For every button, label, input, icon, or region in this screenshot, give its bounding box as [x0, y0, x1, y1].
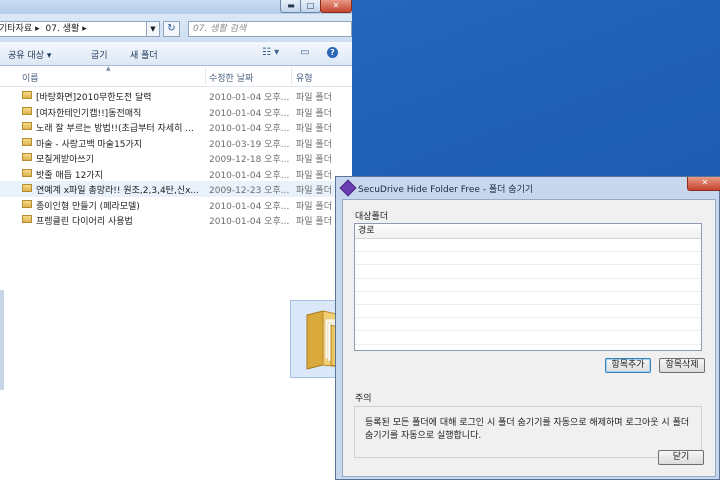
column-type[interactable]: 유형 — [296, 71, 313, 84]
column-divider[interactable] — [291, 68, 292, 84]
folder-icon — [22, 106, 32, 115]
new-folder-button[interactable]: 새 폴더 — [130, 48, 158, 61]
folder-icon — [22, 91, 32, 99]
list-item — [355, 318, 701, 332]
dialog-close-button[interactable]: ✕ — [687, 177, 720, 191]
file-name: 종이인형 만들기 (페라모델) — [36, 201, 140, 212]
help-icon[interactable]: ? — [327, 47, 338, 58]
maximize-button[interactable]: □ — [300, 0, 321, 13]
scrollbar[interactable] — [0, 290, 4, 390]
folder-icon — [22, 153, 32, 161]
file-name: 모칠게받아쓰기 — [36, 155, 94, 165]
close-button[interactable]: ✕ — [320, 0, 352, 13]
command-bar: 공유 대상 ▾ 굽기 새 폴더 ☷ ▾ ▭ ? — [0, 42, 352, 66]
notice-label: 주의 — [355, 394, 372, 404]
sort-ascending-icon: ▲ — [106, 65, 111, 72]
folder-icon — [22, 137, 32, 146]
file-name: [바탕화면]2010무한도전 달력 — [36, 93, 152, 103]
view-options-icon[interactable]: ☷ ▾ — [262, 47, 279, 58]
list-item — [355, 265, 701, 279]
add-item-button[interactable]: 항목추가 — [605, 358, 651, 373]
close-dialog-button[interactable]: 닫기 — [658, 450, 704, 465]
breadcrumb-item[interactable]: 기타자료 — [0, 24, 32, 34]
file-date: 2010-01-04 오후... — [209, 108, 289, 119]
file-row[interactable]: [바탕화면]2010무한도전 달력 2010-01-04 오후... 파일 폴더 — [0, 88, 352, 104]
folder-icon — [22, 184, 32, 192]
list-item — [355, 252, 701, 266]
list-column-path[interactable]: 경로 — [355, 224, 701, 239]
chevron-right-icon[interactable]: ▸ — [82, 24, 87, 34]
file-type: 파일 폴더 — [296, 93, 332, 103]
file-type: 파일 폴더 — [296, 170, 332, 181]
file-row[interactable]: 모칠게받아쓰기 2009-12-18 오후... 파일 폴더 — [0, 150, 352, 166]
file-name: 연예계 x파일 총망라!! 원조,2,3,4탄,신x... — [36, 186, 200, 196]
file-name: [여자한테인기캡!!]동전매직 — [36, 108, 142, 119]
target-folder-label: 대상폴더 — [355, 212, 389, 222]
dialog-titlebar[interactable]: SecuDrive Hide Folder Free - 폴더 숨기기 ✕ — [336, 177, 720, 197]
file-name: 밧줄 매듭 12가지 — [36, 170, 103, 181]
column-name[interactable]: 이름 — [22, 71, 39, 84]
file-row-selected[interactable]: 연예계 x파일 총망라!! 원조,2,3,4탄,신x... 2009-12-23… — [0, 181, 352, 197]
file-date: 2010-01-04 오후... — [209, 201, 289, 212]
file-row[interactable]: [여자한테인기캡!!]동전매직 2010-01-04 오후... 파일 폴더 — [0, 104, 352, 120]
address-bar[interactable]: 기타자료 ▸ 07. 생활 ▸ — [0, 21, 156, 37]
breadcrumb-item[interactable]: 07. 생활 — [46, 24, 80, 34]
folder-icon — [22, 122, 32, 130]
column-date[interactable]: 수정한 날짜 — [209, 71, 253, 84]
list-item — [355, 279, 701, 292]
burn-button[interactable]: 굽기 — [91, 48, 108, 61]
folder-list[interactable]: 경로 — [354, 223, 702, 351]
file-date: 2010-01-04 오후... — [209, 217, 289, 227]
file-row[interactable]: 노래 잘 부르는 방법!!(초급부터 자세히 ... 2010-01-04 오후… — [0, 119, 352, 135]
file-row[interactable]: 종이인형 만들기 (페라모델) 2010-01-04 오후... 파일 폴더 — [0, 197, 352, 213]
file-name: 프렝클린 다이어리 사용법 — [36, 217, 133, 227]
minimize-button[interactable]: ▬ — [280, 0, 302, 13]
delete-item-button[interactable]: 항목삭제 — [659, 358, 705, 373]
notice-text: 등록된 모든 폴더에 대해 로그인 시 폴더 숨기기를 자동으로 해제하며 로그… — [365, 418, 690, 441]
file-type: 파일 폴더 — [296, 186, 332, 196]
notice-box: 등록된 모든 폴더에 대해 로그인 시 폴더 숨기기를 자동으로 해제하며 로그… — [354, 406, 702, 458]
column-divider[interactable] — [205, 68, 206, 84]
search-input[interactable]: 07. 생활 검색 — [188, 21, 352, 37]
file-type: 파일 폴더 — [296, 217, 332, 227]
dialog-body: 대상폴더 경로 항목추가 항목삭제 주의 등록된 모든 폴더에 대해 로그인 시… — [342, 199, 716, 477]
dialog-title: SecuDrive Hide Folder Free - 폴더 숨기기 — [358, 185, 534, 195]
list-item — [355, 305, 701, 319]
list-item — [355, 239, 701, 253]
address-row: 기타자료 ▸ 07. 생활 ▸ ▼ ↻ 07. 생활 검색 — [0, 14, 352, 42]
list-item — [355, 292, 701, 305]
file-row[interactable]: 밧줄 매듭 12가지 2010-01-04 오후... 파일 폴더 — [0, 166, 352, 182]
file-date: 2010-03-19 오후... — [209, 139, 289, 150]
file-date: 2009-12-23 오후... — [209, 186, 289, 196]
file-row[interactable]: 마술 - 사랑고백 마술15가지 2010-03-19 오후... 파일 폴더 — [0, 135, 352, 151]
file-type: 파일 폴더 — [296, 108, 332, 119]
chevron-right-icon[interactable]: ▸ — [35, 24, 40, 34]
file-date: 2010-01-04 오후... — [209, 93, 289, 103]
column-headers: ▲ 이름 수정한 날짜 유형 — [0, 65, 352, 87]
file-name: 노래 잘 부르는 방법!!(초급부터 자세히 ... — [36, 124, 194, 134]
list-item — [355, 331, 701, 345]
folder-icon — [22, 168, 32, 177]
hide-folder-dialog: SecuDrive Hide Folder Free - 폴더 숨기기 ✕ 대상… — [335, 176, 720, 480]
file-type: 파일 폴더 — [296, 139, 332, 150]
file-type: 파일 폴더 — [296, 155, 332, 165]
file-row[interactable]: 프렝클린 다이어리 사용법 2010-01-04 오후... 파일 폴더 — [0, 212, 352, 228]
file-date: 2010-01-04 오후... — [209, 124, 289, 134]
explorer-window: ▬ □ ✕ 기타자료 ▸ 07. 생활 ▸ ▼ ↻ 07. 생활 검색 공유 대상 … — [0, 0, 352, 480]
address-dropdown-button[interactable]: ▼ — [146, 21, 160, 37]
file-list: [바탕화면]2010무한도전 달력 2010-01-04 오후... 파일 폴더… — [0, 88, 352, 228]
file-date: 2010-01-04 오후... — [209, 170, 289, 181]
file-date: 2009-12-18 오후... — [209, 155, 289, 165]
file-type: 파일 폴더 — [296, 201, 332, 212]
file-name: 마술 - 사랑고백 마술15가지 — [36, 139, 143, 150]
preview-pane-icon[interactable]: ▭ — [300, 47, 309, 58]
refresh-icon[interactable]: ↻ — [163, 21, 180, 37]
folder-icon — [22, 215, 32, 223]
folder-icon — [22, 199, 32, 208]
explorer-titlebar: ▬ □ ✕ — [0, 0, 352, 14]
share-button[interactable]: 공유 대상 ▾ — [8, 48, 51, 61]
file-type: 파일 폴더 — [296, 124, 332, 134]
app-logo-icon — [339, 179, 357, 197]
